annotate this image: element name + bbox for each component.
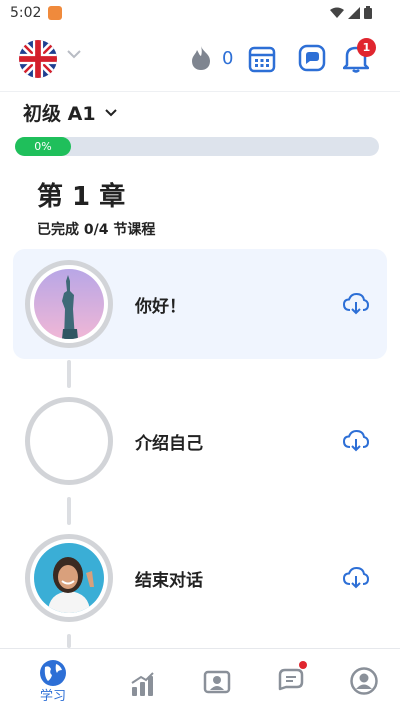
lesson-thumbnail bbox=[25, 260, 113, 348]
progress-bar: 0% bbox=[15, 137, 379, 156]
flame-icon bbox=[192, 46, 210, 70]
cloud-download-icon[interactable] bbox=[343, 430, 369, 452]
header-divider bbox=[0, 91, 400, 92]
message-icon[interactable] bbox=[298, 44, 326, 74]
chevron-down-icon[interactable] bbox=[66, 48, 82, 60]
lesson-item[interactable]: 你好！ bbox=[13, 249, 387, 359]
level-label: 初级 A1 bbox=[23, 103, 96, 125]
lesson-connector bbox=[67, 497, 71, 525]
lesson-title: 结束对话 bbox=[135, 571, 203, 591]
nav-learn[interactable]: 学习 bbox=[23, 657, 83, 707]
lesson-thumbnail bbox=[25, 534, 113, 622]
streak-count: 0 bbox=[222, 47, 234, 69]
progress-percent: 0% bbox=[34, 140, 52, 153]
chart-icon bbox=[131, 672, 154, 696]
status-icons bbox=[330, 6, 372, 19]
statue-of-liberty-image bbox=[34, 269, 104, 339]
chapter-progress: 已完成 0/4 节课程 bbox=[37, 222, 156, 238]
lesson-title: 介绍自己 bbox=[135, 434, 203, 454]
header: 0 1 bbox=[0, 28, 400, 90]
uk-flag-icon[interactable] bbox=[19, 40, 57, 78]
wifi-icon bbox=[330, 7, 344, 18]
status-time: 5:02 bbox=[10, 5, 42, 21]
nav-profile-card[interactable] bbox=[187, 657, 247, 707]
lesson-title: 你好！ bbox=[135, 297, 186, 317]
lesson-connector bbox=[67, 360, 71, 388]
notification-badge: 1 bbox=[357, 38, 376, 57]
profile-card-icon bbox=[203, 670, 231, 694]
signal-icon bbox=[348, 6, 360, 19]
user-icon bbox=[350, 667, 378, 695]
cloud-download-icon[interactable] bbox=[343, 567, 369, 589]
bottom-nav: 学习 bbox=[0, 648, 400, 711]
chat-unread-dot bbox=[299, 661, 307, 669]
nav-user[interactable] bbox=[334, 657, 394, 707]
lesson-connector bbox=[67, 634, 71, 648]
chevron-down-icon bbox=[104, 108, 117, 116]
globe-icon bbox=[40, 660, 66, 686]
streak-counter[interactable]: 0 bbox=[190, 45, 233, 71]
status-bar: 5:02 bbox=[0, 0, 400, 28]
chat-icon bbox=[278, 668, 304, 691]
level-selector[interactable]: 初级 A1 bbox=[23, 99, 118, 126]
chapter-title: 第 1 章 bbox=[37, 182, 126, 212]
nav-learn-label: 学习 bbox=[39, 689, 66, 704]
app-notification-icon bbox=[48, 6, 62, 20]
cloud-download-icon[interactable] bbox=[343, 293, 369, 315]
lesson-item[interactable]: 结束对话 bbox=[13, 523, 387, 633]
calendar-icon[interactable] bbox=[248, 45, 276, 73]
nav-chat[interactable] bbox=[261, 657, 321, 707]
smiling-woman-image bbox=[34, 543, 104, 613]
nav-stats[interactable] bbox=[113, 657, 173, 707]
lesson-item[interactable]: 介绍自己 bbox=[13, 386, 387, 496]
battery-icon bbox=[364, 6, 372, 19]
lesson-thumbnail bbox=[25, 397, 113, 485]
